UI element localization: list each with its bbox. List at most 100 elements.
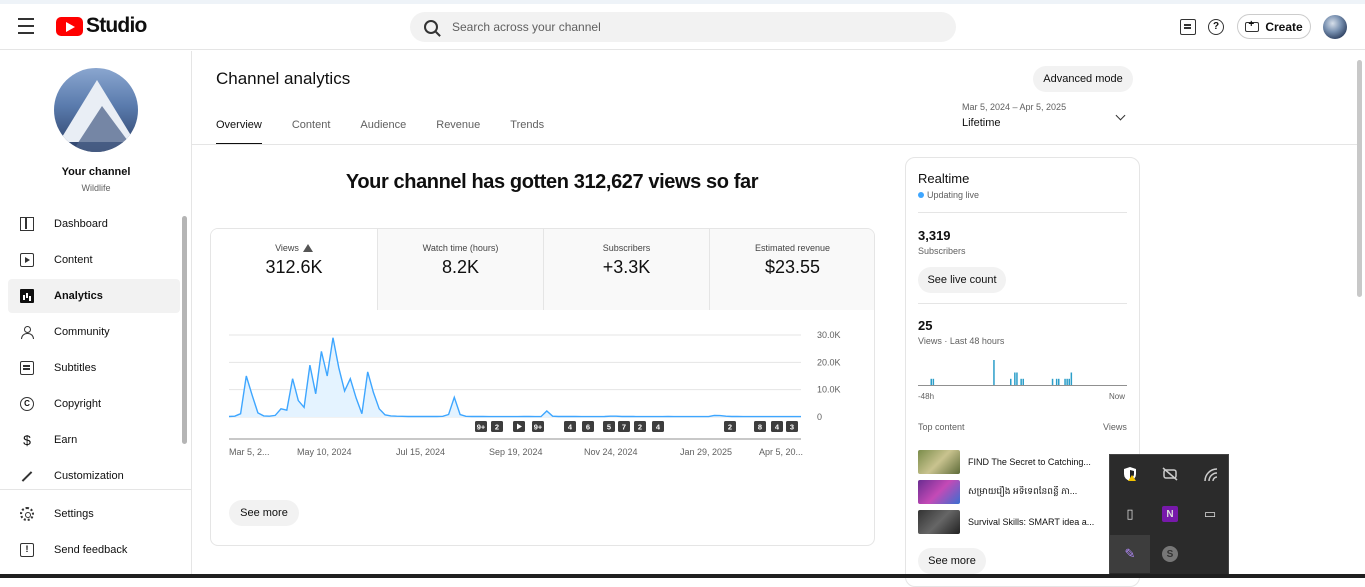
video-marker-label: 2 <box>728 423 732 432</box>
subtitles-icon <box>20 361 34 375</box>
battery-icon: ▭ <box>1203 506 1217 521</box>
tray-item-onenote[interactable]: N <box>1150 495 1190 533</box>
tab-trends[interactable]: Trends <box>510 119 544 145</box>
sidebar-scrollbar[interactable] <box>182 216 187 444</box>
top-content-item[interactable]: FIND The Secret to Catching... <box>918 450 1118 474</box>
usb-drive-icon: ▯ <box>1126 506 1134 521</box>
realtime-see-more-button[interactable]: See more <box>918 548 986 574</box>
sidebar-item-community[interactable]: Community <box>8 315 180 349</box>
views-headline: Your channel has gotten 312,627 views so… <box>345 171 759 193</box>
realtime-bar-chart[interactable] <box>918 354 1128 386</box>
chevron-down-icon[interactable] <box>1115 110 1126 121</box>
tray-item-skype[interactable]: S <box>1150 535 1190 573</box>
earn-icon: $ <box>23 432 31 448</box>
x-tick-label: Apr 5, 20... <box>759 447 803 457</box>
x-tick-label: Nov 24, 2024 <box>584 447 638 457</box>
metric-label: Subscribers <box>602 243 651 253</box>
top-content-label: Top content <box>918 422 965 432</box>
tray-item-defender[interactable] <box>1110 455 1150 493</box>
sidebar-item-copyright[interactable]: C Copyright <box>8 387 180 421</box>
realtime-card: Realtime Updating live 3,319 Subscribers… <box>905 157 1140 587</box>
sidebar-divider <box>0 489 191 490</box>
help-icon[interactable]: ? <box>1208 19 1224 35</box>
analytics-icon <box>20 289 34 303</box>
tab-overview[interactable]: Overview <box>216 119 262 145</box>
sidebar-item-send-feedback[interactable]: ! Send feedback <box>8 533 180 567</box>
date-range[interactable]: Mar 5, 2024 – Apr 5, 2025 <box>962 102 1066 112</box>
notifications-off-icon <box>1162 467 1178 481</box>
x-tick-label: Jan 29, 2025 <box>680 447 732 457</box>
metric-label: Watch time (hours) <box>422 243 499 253</box>
metric-label: Estimated revenue <box>754 243 831 253</box>
metric-value: +3.3K <box>602 257 651 277</box>
metric-watch-time[interactable]: Watch time (hours) 8.2K <box>377 229 543 310</box>
date-period-label[interactable]: Lifetime <box>962 117 1001 129</box>
y-tick-label: 30.0K <box>817 330 841 340</box>
sidebar-item-analytics[interactable]: Analytics <box>8 279 180 313</box>
y-tick-label: 10.0K <box>817 385 841 395</box>
sidebar-item-subtitles[interactable]: Subtitles <box>8 351 180 385</box>
realtime-bar <box>993 360 995 385</box>
warning-icon[interactable] <box>302 244 313 252</box>
top-header: Studio ? Create <box>0 4 1365 50</box>
customization-icon <box>20 469 34 483</box>
sidebar-item-dashboard[interactable]: Dashboard <box>8 207 180 241</box>
tab-revenue[interactable]: Revenue <box>436 119 480 145</box>
realtime-bar <box>1022 378 1024 386</box>
realtime-bar <box>1020 378 1022 386</box>
top-content-item[interactable]: សម្រាយរឿង អទិទេពនៃពន្លឺ ភា... <box>918 480 1118 504</box>
advanced-mode-button[interactable]: Advanced mode <box>1033 66 1133 92</box>
top-content-item[interactable]: Survival Skills: SMART idea a... <box>918 510 1118 534</box>
video-marker-label: 9+ <box>477 423 486 432</box>
community-icon <box>20 325 34 339</box>
video-title: Survival Skills: SMART idea a... <box>968 517 1095 527</box>
realtime-views-label: Views · Last 48 hours <box>918 336 1005 346</box>
studio-logo[interactable]: Studio <box>56 14 147 38</box>
search-icon[interactable] <box>424 20 438 34</box>
tab-audience[interactable]: Audience <box>360 119 406 145</box>
sidebar-item-customization[interactable]: Customization <box>8 459 180 493</box>
metric-value: 312.6K <box>265 257 323 277</box>
search-bar[interactable] <box>410 12 956 42</box>
account-avatar[interactable] <box>1323 15 1347 39</box>
tray-item-battery[interactable]: ▭ <box>1190 495 1230 533</box>
video-marker-label: 9+ <box>534 423 543 432</box>
x-tick-label: Sep 19, 2024 <box>489 447 543 457</box>
metric-revenue[interactable]: Estimated revenue $23.55 <box>709 229 874 310</box>
metric-views[interactable]: Views 312.6K <box>211 229 377 310</box>
channel-avatar[interactable] <box>54 68 138 152</box>
tab-content[interactable]: Content <box>292 119 331 145</box>
sidebar: Your channel Wildlife Dashboard Content … <box>0 51 192 578</box>
search-input[interactable] <box>452 20 932 34</box>
page-scrollbar[interactable] <box>1357 60 1362 246</box>
metric-subscribers[interactable]: Subscribers +3.3K <box>543 229 709 310</box>
axis-start-label: -48h <box>918 392 935 401</box>
messages-icon[interactable] <box>1180 19 1196 35</box>
sidebar-item-settings[interactable]: Settings <box>8 497 180 531</box>
sidebar-item-label: Send feedback <box>54 544 128 556</box>
video-thumbnail <box>918 480 960 504</box>
metric-value: 8.2K <box>441 257 480 277</box>
menu-icon[interactable] <box>18 18 38 34</box>
tabs-divider <box>192 144 1357 145</box>
tray-item-usb[interactable]: ▯ <box>1110 495 1150 533</box>
sidebar-item-content[interactable]: Content <box>8 243 180 277</box>
tray-item-wifi[interactable] <box>1190 455 1230 493</box>
sidebar-item-label: Content <box>54 254 93 266</box>
realtime-bar <box>1066 378 1068 386</box>
realtime-bar <box>1010 378 1012 386</box>
realtime-subscribers-value: 3,319 <box>918 228 951 243</box>
copyright-icon: C <box>20 397 34 411</box>
create-button[interactable]: Create <box>1237 14 1311 39</box>
see-more-button[interactable]: See more <box>229 500 299 526</box>
video-marker-label: 2 <box>495 423 499 432</box>
video-thumbnail <box>918 450 960 474</box>
onenote-clip-icon: N <box>1162 506 1178 522</box>
views-line-chart[interactable]: 010.0K20.0K30.0K9+ 2 9+ 4 6 5 7 2 4 2 8 4 3Mar 5, 2.… <box>211 310 875 490</box>
sidebar-item-label: Copyright <box>54 398 102 410</box>
tray-item-pen[interactable]: ✎ <box>1110 535 1150 573</box>
see-live-count-button[interactable]: See live count <box>918 267 1006 293</box>
sidebar-item-earn[interactable]: $ Earn <box>8 423 180 457</box>
tray-item-notifications[interactable] <box>1150 455 1190 493</box>
dashboard-icon <box>20 217 34 231</box>
